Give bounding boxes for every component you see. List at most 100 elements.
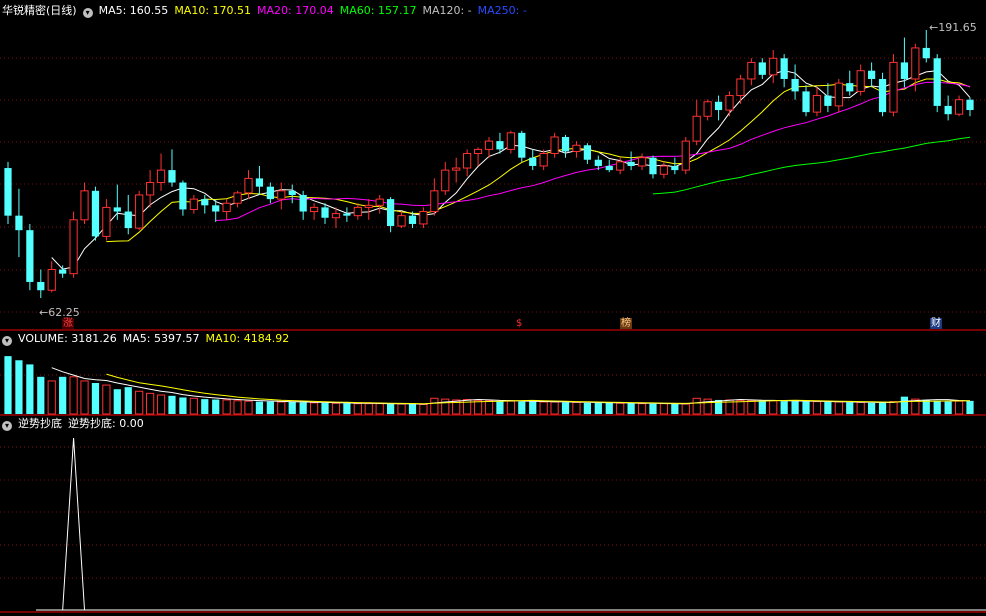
indicator-label: MA10: 4184.92	[205, 332, 290, 345]
volume-bar	[113, 389, 121, 414]
volume-bar	[484, 400, 494, 415]
volume-bar	[430, 397, 439, 415]
candle-body	[529, 157, 537, 166]
candle-body	[168, 170, 176, 183]
candle-body	[954, 99, 964, 115]
chevron-down-icon[interactable]: ▾	[2, 336, 12, 346]
candle-body	[343, 213, 351, 216]
volume-bar	[473, 399, 483, 415]
volume-bar	[933, 400, 941, 414]
volume-bar	[15, 360, 23, 414]
volume-bar	[37, 376, 45, 414]
indicator-label: VOLUME: 3181.26	[18, 332, 117, 345]
volume-bar	[791, 401, 799, 414]
candle-body	[397, 215, 406, 227]
candle-body	[594, 159, 602, 166]
low-price-label: ←62.25	[39, 306, 80, 319]
volume-bar	[812, 401, 822, 415]
candle-body	[135, 194, 144, 229]
candle-body	[15, 215, 23, 231]
candle-body	[156, 169, 166, 184]
volume-bar	[266, 401, 274, 414]
candle-body	[496, 141, 504, 150]
candle-body	[539, 153, 548, 167]
volume-bar	[878, 402, 887, 414]
candle-body	[331, 213, 341, 219]
volume-bar	[47, 380, 56, 415]
volume-bar	[309, 402, 319, 415]
candle-body	[59, 269, 67, 274]
candle-body	[846, 83, 854, 92]
candle-body	[201, 199, 209, 206]
chart-canvas	[0, 30, 986, 613]
indicator-label: MA120: -	[422, 4, 472, 17]
signal-indicator-list: 逆势抄底 逆势抄底: 0.00	[18, 417, 150, 430]
volume-bar	[277, 401, 286, 415]
event-marker-finance[interactable]: 财	[930, 318, 942, 329]
volume-bar	[222, 399, 231, 415]
candle-body	[834, 82, 843, 107]
candle-body	[649, 157, 657, 175]
volume-bar	[671, 404, 679, 414]
ma-line-ma20	[215, 81, 971, 221]
candle-body	[922, 47, 930, 59]
volume-bar	[80, 380, 89, 415]
volume-bar	[856, 401, 865, 415]
event-marker-limit-up[interactable]: 涨	[62, 318, 74, 329]
candle-body	[692, 115, 701, 142]
signal-panel-header: ▾ 逆势抄底 逆势抄底: 0.00	[2, 417, 156, 431]
candle-body	[802, 91, 810, 113]
candle-body	[353, 206, 362, 217]
volume-ma5-line	[51, 367, 971, 405]
stock-title: 华锐精密(日线)	[2, 4, 77, 17]
indicator-label: MA250: -	[477, 4, 527, 17]
candle-body	[824, 95, 832, 106]
volume-bar	[168, 395, 176, 414]
candle-body	[69, 219, 78, 275]
volume-bar	[156, 394, 166, 415]
candle-body	[4, 168, 12, 216]
candle-body	[473, 148, 483, 155]
candle-body	[900, 62, 909, 79]
event-marker-dollar[interactable]: $	[515, 318, 524, 329]
volume-bar	[518, 401, 526, 414]
candle-body	[736, 78, 745, 97]
volume-bar	[966, 400, 974, 414]
candle-body	[878, 78, 887, 113]
volume-bar	[353, 403, 362, 415]
volume-bar	[539, 401, 548, 415]
candle-body	[266, 186, 274, 200]
ma-line-ma60	[652, 136, 971, 195]
candle-body	[124, 211, 132, 229]
indicator-label: MA10: 170.51	[174, 4, 252, 17]
chevron-down-icon[interactable]: ▾	[82, 8, 93, 18]
volume-bar	[343, 403, 351, 414]
volume-bar	[846, 402, 854, 414]
volume-bar	[244, 400, 253, 415]
volume-bar	[135, 390, 144, 415]
volume-bar	[802, 401, 810, 414]
high-price-label: ←191.65	[929, 21, 977, 34]
event-marker-billboard[interactable]: 榜	[620, 318, 632, 329]
volume-bar	[572, 401, 581, 415]
candle-body	[441, 169, 450, 192]
candle-body	[387, 199, 395, 227]
volume-indicator-list: VOLUME: 3181.26 MA5: 5397.57 MA10: 4184.92	[18, 332, 295, 345]
candle-body	[189, 198, 198, 210]
stock-chart-window: 华锐精密(日线) ▾ MA5: 160.55 MA10: 170.51 MA20: 17…	[0, 0, 986, 616]
candle-body	[780, 58, 788, 79]
chevron-down-icon[interactable]: ▾	[2, 421, 12, 431]
volume-bar	[637, 403, 647, 415]
indicator-label: MA5: 160.55	[98, 4, 169, 17]
indicator-label: MA5: 5397.57	[122, 332, 200, 345]
candle-body	[714, 101, 723, 111]
candle-body	[463, 153, 472, 169]
volume-bar	[834, 401, 843, 415]
candle-body	[506, 132, 515, 150]
volume-bar	[91, 383, 100, 414]
candle-body	[911, 47, 920, 80]
candle-body	[966, 99, 974, 111]
candle-body	[288, 190, 296, 195]
volume-bar	[179, 397, 187, 414]
candle-body	[452, 167, 461, 171]
